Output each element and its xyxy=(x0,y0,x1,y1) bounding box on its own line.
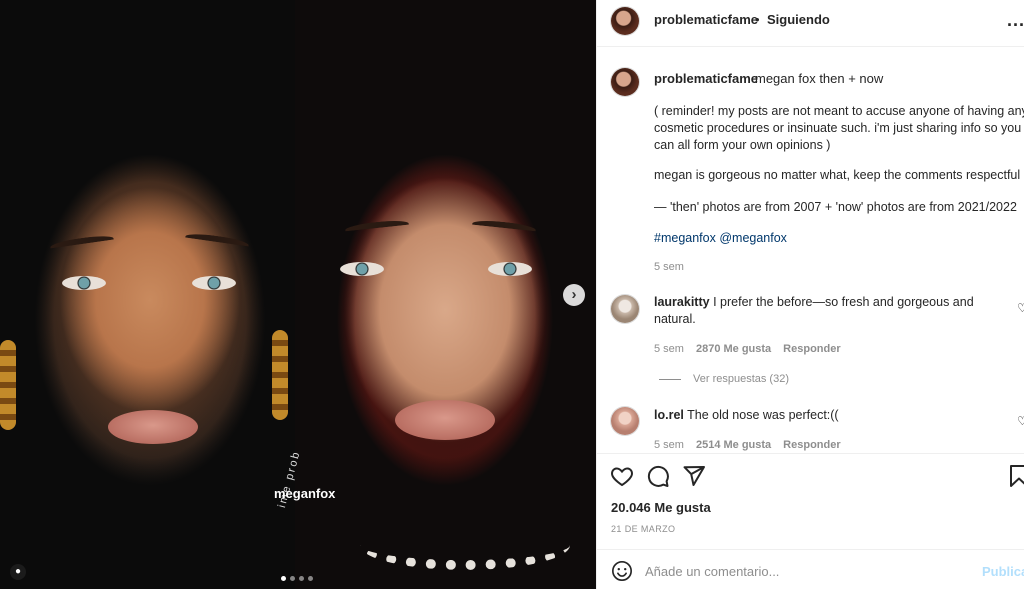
carousel-dot xyxy=(308,576,313,581)
eye xyxy=(488,262,532,276)
mention-link[interactable]: @meganfox xyxy=(719,231,787,245)
lips xyxy=(108,410,198,444)
caption-line: ( reminder! my posts are not meant to ac… xyxy=(654,104,1024,118)
caption-reminder: ( reminder! my posts are not meant to ac… xyxy=(654,103,1024,154)
caption-line: can all form your own opinions ) xyxy=(654,138,831,152)
caption-age: 5 sem xyxy=(654,261,684,273)
avatar[interactable] xyxy=(611,7,639,35)
necklace xyxy=(360,520,570,570)
comment-username[interactable]: lo.rel xyxy=(654,408,684,422)
comment-avatar[interactable] xyxy=(611,407,639,435)
comment-avatar[interactable] xyxy=(611,295,639,323)
like-heart-icon[interactable] xyxy=(610,464,634,488)
likes-count[interactable]: 20.046 Me gusta xyxy=(611,500,711,515)
carousel-dot xyxy=(281,576,286,581)
action-bar xyxy=(597,453,1024,501)
view-replies[interactable]: Ver respuestas (32) xyxy=(659,373,789,385)
header-separator: • xyxy=(755,12,760,27)
next-slide-button[interactable]: › xyxy=(563,284,585,306)
emoji-icon[interactable] xyxy=(611,560,633,582)
earring xyxy=(272,330,288,420)
comment-meta: 5 sem 2514 Me gusta Responder xyxy=(654,439,841,451)
save-bookmark-icon[interactable] xyxy=(1007,464,1024,488)
lips xyxy=(395,400,495,440)
header-username[interactable]: problematicfame xyxy=(654,12,758,27)
caption-respect: megan is gorgeous no matter what, keep t… xyxy=(654,168,1021,182)
hashtag-link[interactable]: #meganfox xyxy=(654,231,716,245)
comment-bar: Publica xyxy=(597,549,1024,589)
view-replies-label[interactable]: Ver respuestas (32) xyxy=(693,373,789,385)
comment-bubble-icon[interactable] xyxy=(646,464,670,488)
comment-meta: 5 sem 2870 Me gusta Responder xyxy=(654,343,841,355)
post-side-panel: problematicfame • Siguiendo ... problema… xyxy=(596,0,1024,589)
comment-text: I prefer the before—so fresh and gorgeou… xyxy=(713,295,974,309)
eye xyxy=(62,276,106,290)
user-tag-icon[interactable]: ● xyxy=(10,564,26,580)
comment-like-icon[interactable]: ♡ xyxy=(1017,414,1024,428)
hair-shadow-right xyxy=(295,0,596,589)
carousel-dot xyxy=(299,576,304,581)
follow-status-button[interactable]: Siguiendo xyxy=(767,12,830,27)
comment-likes[interactable]: 2514 Me gusta xyxy=(696,439,771,451)
hair-shadow-left xyxy=(0,0,295,589)
caption-line: cosmetic procedures or insinuate such. i… xyxy=(654,121,1022,135)
caption-dates: — 'then' photos are from 2007 + 'now' ph… xyxy=(654,200,1017,214)
post-header: problematicfame • Siguiendo ... xyxy=(597,0,1024,47)
caption-avatar[interactable] xyxy=(611,68,639,96)
comment-username[interactable]: laurakitty xyxy=(654,295,710,309)
comment: lo.rel The old nose was perfect:(( xyxy=(654,407,994,424)
post-date[interactable]: 21 DE MARZO xyxy=(611,524,675,534)
carousel-dots xyxy=(281,576,313,581)
carousel-dot xyxy=(290,576,295,581)
comment-text-cont: natural. xyxy=(654,312,696,326)
publish-button[interactable]: Publica xyxy=(982,564,1024,579)
earring xyxy=(0,340,16,430)
comment-likes[interactable]: 2870 Me gusta xyxy=(696,343,771,355)
comment-like-icon[interactable]: ♡ xyxy=(1017,301,1024,315)
reply-button[interactable]: Responder xyxy=(783,439,840,451)
replies-line xyxy=(659,378,681,380)
caption-username[interactable]: problematicfame xyxy=(654,71,758,86)
comment-age: 5 sem xyxy=(654,343,684,355)
caption-title: megan fox then + now xyxy=(755,71,884,86)
post-media[interactable]: meganfox ime prob › ● xyxy=(0,0,596,589)
comment-text: The old nose was perfect:(( xyxy=(687,408,839,422)
reply-button[interactable]: Responder xyxy=(783,343,840,355)
share-send-icon[interactable] xyxy=(682,464,706,488)
comment-age: 5 sem xyxy=(654,439,684,451)
comment: laurakitty I prefer the before—so fresh … xyxy=(654,294,994,328)
more-options-icon[interactable]: ... xyxy=(1007,10,1024,31)
eye xyxy=(192,276,236,290)
eye xyxy=(340,262,384,276)
caption-tags: #meganfox @meganfox xyxy=(654,231,787,245)
comment-input[interactable] xyxy=(645,560,965,582)
